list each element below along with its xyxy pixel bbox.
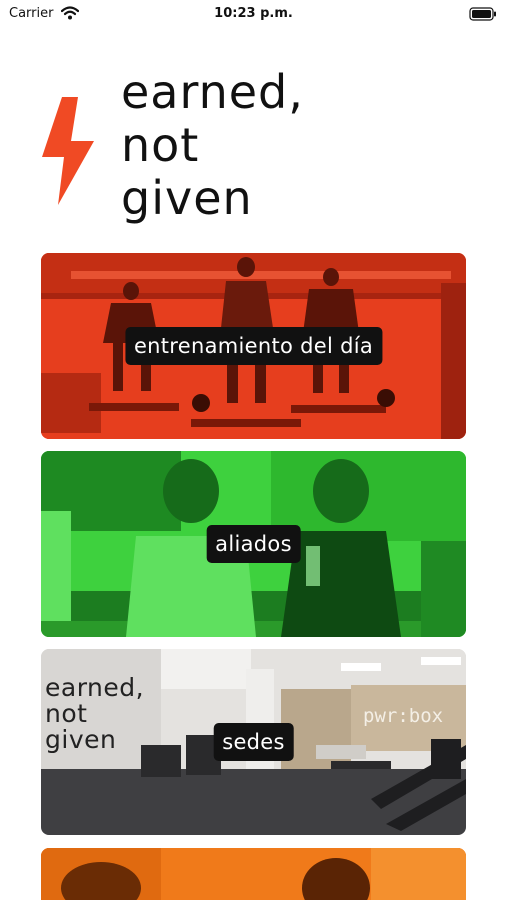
headline-line-3: given bbox=[121, 171, 253, 225]
wall-text-line-3: given bbox=[45, 725, 117, 754]
clock-time: 10:23 p.m. bbox=[214, 6, 293, 21]
allies-card[interactable]: aliados bbox=[41, 451, 466, 637]
wall-mural-text: earned, not given bbox=[45, 675, 144, 753]
status-bar: Carrier 10:23 p.m. bbox=[0, 0, 507, 28]
headline-line-1: earned, bbox=[121, 65, 304, 119]
headline: earned, not given bbox=[121, 66, 304, 225]
card-label: entrenamiento del día bbox=[124, 327, 383, 365]
card-label: aliados bbox=[206, 525, 301, 563]
brand-sign: pwr:box bbox=[363, 705, 444, 727]
fourth-card[interactable] bbox=[41, 848, 466, 900]
headline-line-2: not bbox=[121, 118, 200, 172]
venues-card[interactable]: earned, not given pwr:box sedes bbox=[41, 649, 466, 835]
lightning-bolt-icon bbox=[40, 97, 96, 209]
card-label: sedes bbox=[213, 723, 294, 761]
workout-of-the-day-card[interactable]: entrenamiento del día bbox=[41, 253, 466, 439]
wall-text-line-1: earned, bbox=[45, 673, 145, 702]
fourth-card-photo bbox=[41, 848, 466, 900]
battery-icon bbox=[469, 6, 497, 21]
wall-text-line-2: not bbox=[45, 699, 88, 728]
home-screen: Carrier 10:23 p.m. earned, not given ent… bbox=[0, 0, 507, 900]
